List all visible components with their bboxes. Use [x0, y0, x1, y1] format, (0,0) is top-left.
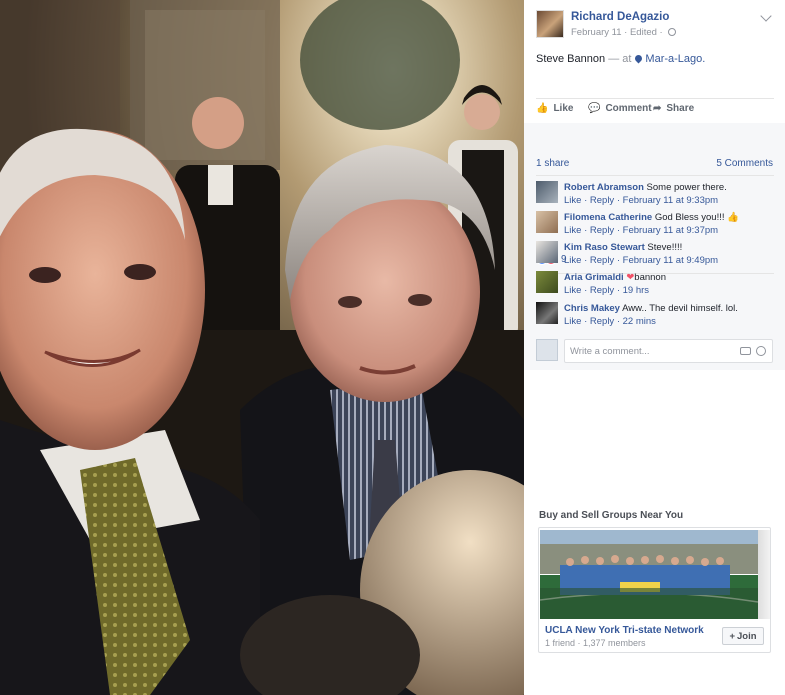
viewer-avatar — [536, 339, 558, 361]
group-cover-image — [540, 530, 758, 619]
location-prefix: — at — [608, 53, 632, 65]
comment-text: Some power there. — [646, 182, 727, 193]
like-label: Like — [553, 103, 574, 114]
comment-item: Kim Raso Stewart Steve!!!! Like · Reply … — [536, 241, 776, 269]
edited-label: · Edited · — [624, 27, 663, 38]
group-members: 1 friend · 1,377 members — [545, 638, 646, 648]
location-link[interactable]: Mar-a-Lago. — [645, 53, 705, 65]
comment-input[interactable] — [570, 341, 730, 361]
shares-count[interactable]: 1 share — [536, 158, 569, 169]
comment-reply-link[interactable]: Reply — [590, 255, 614, 266]
comment-time[interactable]: February 11 at 9:33pm — [623, 195, 718, 206]
comment-text: Steve!!!! — [647, 242, 683, 253]
comment-input-box[interactable] — [564, 339, 773, 363]
comment-reply-link[interactable]: Reply — [590, 285, 614, 296]
comment-body: Filomena Catherine God Bless you!!! 👍 Li… — [564, 212, 739, 236]
post-actions: 👍 Like 💬 Comment ➦ Share — [536, 103, 776, 119]
comments-section: 👍 ♥ 9 1 share 5 Comments Robert Abramson… — [524, 123, 785, 370]
comment-time[interactable]: February 11 at 9:37pm — [623, 225, 718, 236]
commenter-name[interactable]: Robert Abramson — [564, 182, 644, 193]
comment-item: Chris Makey Aww.. The devil himself. lol… — [536, 302, 776, 330]
join-label: Join — [737, 630, 757, 642]
comment-item: Robert Abramson Some power there. Like ·… — [536, 181, 776, 209]
comment-text: God Bless you!!! — [654, 212, 728, 223]
comment-composer — [536, 339, 776, 365]
comment-icon: 💬 — [588, 103, 601, 114]
divider — [536, 175, 774, 176]
author-name[interactable]: Richard DeAgazio — [571, 11, 669, 23]
comment-time[interactable]: 19 hrs — [623, 285, 649, 296]
comment-text: bannon — [634, 272, 666, 283]
share-label: Share — [666, 103, 695, 114]
groups-heading: Buy and Sell Groups Near You — [539, 510, 684, 521]
comment-like-link[interactable]: Like — [564, 285, 581, 296]
comment-label: Comment — [605, 103, 652, 114]
commenter-avatar[interactable] — [536, 241, 558, 263]
comment-item: Aria Grimaldi ❤bannon Like · Reply · 19 … — [536, 271, 776, 299]
post-date[interactable]: February 11 — [571, 27, 622, 38]
author-avatar[interactable] — [536, 10, 564, 38]
comment-body: Chris Makey Aww.. The devil himself. lol… — [564, 303, 738, 327]
thumbs-up-emoji: 👍 — [727, 212, 739, 223]
share-button[interactable]: ➦ Share — [653, 103, 694, 114]
status-text: Steve Bannon — [536, 53, 606, 65]
comment-like-link[interactable]: Like — [564, 195, 581, 206]
comment-reply-link[interactable]: Reply — [590, 225, 614, 236]
camera-icon[interactable] — [740, 347, 751, 355]
commenter-avatar[interactable] — [536, 181, 558, 203]
commenter-avatar[interactable] — [536, 271, 558, 293]
like-button[interactable]: 👍 Like — [536, 103, 573, 114]
comment-like-link[interactable]: Like — [564, 225, 581, 236]
plus-icon: + — [729, 630, 736, 642]
comment-text: Aww.. The devil himself. lol. — [622, 303, 738, 314]
comments-count[interactable]: 5 Comments — [716, 158, 773, 169]
divider — [536, 98, 774, 99]
comment-reply-link[interactable]: Reply — [590, 195, 614, 206]
like-icon: 👍 — [536, 103, 549, 114]
commenter-avatar[interactable] — [536, 302, 558, 324]
join-group-button[interactable]: + Join — [722, 627, 764, 645]
share-icon: ➦ — [653, 103, 662, 114]
comment-time[interactable]: 22 mins — [623, 316, 656, 327]
group-suggestion-card[interactable]: UCLA New York Tri-state Network 1 friend… — [538, 527, 771, 653]
commenter-name[interactable]: Filomena Catherine — [564, 212, 652, 223]
commenter-name[interactable]: Aria Grimaldi — [564, 272, 624, 283]
comment-like-link[interactable]: Like — [564, 316, 581, 327]
post-header: Richard DeAgazio February 11 · Edited · — [536, 10, 776, 40]
commenter-name[interactable]: Kim Raso Stewart — [564, 242, 645, 253]
post-meta: February 11 · Edited · — [571, 27, 677, 38]
comment-reply-link[interactable]: Reply — [590, 316, 614, 327]
globe-icon — [668, 28, 677, 36]
comment-button[interactable]: 💬 Comment — [588, 103, 652, 114]
chevron-down-icon[interactable] — [760, 10, 772, 22]
comment-item: Filomena Catherine God Bless you!!! 👍 Li… — [536, 211, 776, 239]
comment-body: Aria Grimaldi ❤bannon Like · Reply · 19 … — [564, 272, 666, 296]
pin-icon — [633, 53, 644, 64]
post-text: Steve Bannon — at Mar-a-Lago. — [536, 53, 705, 65]
commenter-name[interactable]: Chris Makey — [564, 303, 620, 314]
comment-body: Kim Raso Stewart Steve!!!! Like · Reply … — [564, 242, 719, 266]
emoji-icon[interactable] — [756, 346, 766, 356]
post-photo[interactable] — [0, 0, 524, 695]
comment-like-link[interactable]: Like — [564, 255, 581, 266]
comment-time[interactable]: February 11 at 9:49pm — [623, 255, 718, 266]
commenter-avatar[interactable] — [536, 211, 558, 233]
comment-body: Robert Abramson Some power there. Like ·… — [564, 182, 727, 206]
group-name[interactable]: UCLA New York Tri-state Network — [545, 625, 704, 636]
carousel-edge — [758, 530, 770, 619]
selfie-image — [0, 0, 524, 695]
